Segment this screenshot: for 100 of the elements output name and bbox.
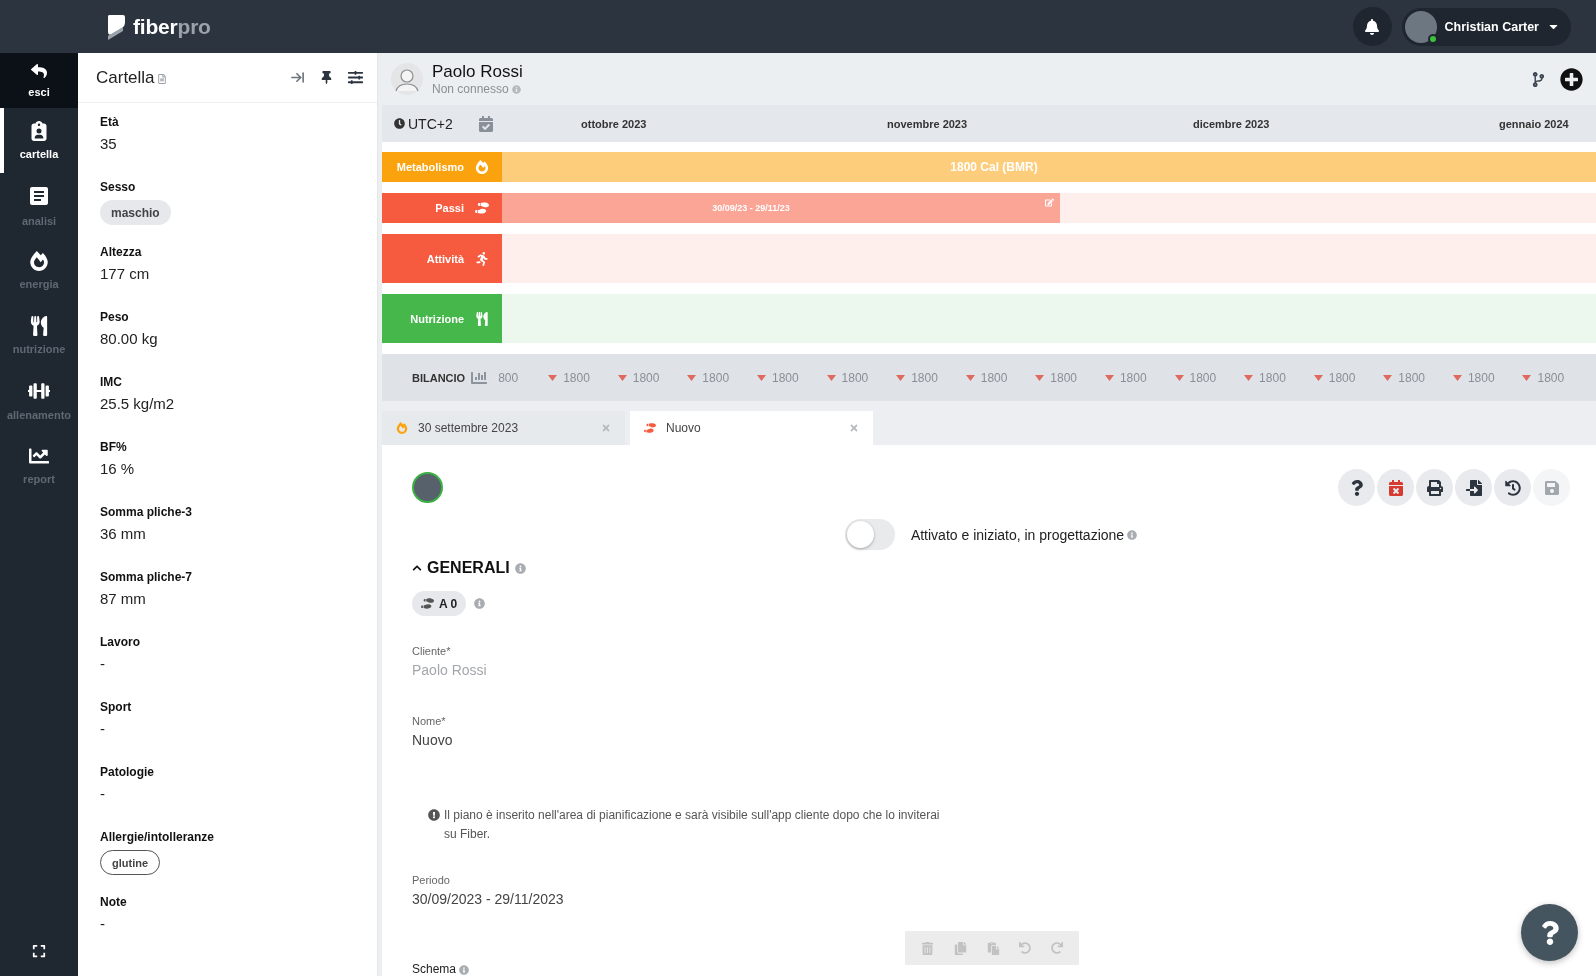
avatar-silhouette [391,63,423,95]
plus-icon[interactable] [1560,67,1583,91]
logo-wordmark: fiberpro [133,14,211,39]
info-icon[interactable] [459,964,470,975]
bar-chart-icon[interactable] [471,369,488,386]
field-label: Peso [100,310,130,325]
month-label: dicembre 2023 [1193,117,1271,130]
down-triangle-icon [1313,374,1323,381]
nav-item[interactable]: nutrizione [0,303,78,368]
field-label: Somma pliche-3 [100,505,194,520]
plan-bar[interactable]: 1800 Cal (BMR) [502,152,1596,182]
info-icon[interactable] [514,562,526,574]
category-name: Metabolismo [396,161,464,173]
toggle-label: Attivato e iniziato, in progettazione [910,526,1125,543]
line-chart-icon [29,446,49,466]
category-cell[interactable]: Nutrizione [382,294,502,343]
info-icon[interactable] [511,84,521,94]
field-label: BF% [100,440,128,455]
document-icon [156,74,167,84]
bar-label: 30/09/23 - 29/11/23 [712,203,790,213]
field-value: 35 [100,134,118,154]
field-value: 25.5 kg/m2 [100,394,176,414]
field-value: - [100,784,106,804]
nav-item[interactable]: allenamento [0,368,78,433]
pin-icon[interactable] [320,71,333,84]
down-triangle-icon [826,374,836,381]
down-triangle-icon [896,374,906,381]
print-button[interactable] [1416,469,1453,506]
panel-title: Cartella [96,67,155,88]
close-icon[interactable] [849,423,859,433]
edit-icon[interactable] [1044,198,1054,207]
flame-icon [475,160,489,174]
utensils-icon [475,311,489,326]
field-value: 87 mm [100,589,147,609]
logo-icon [106,13,126,40]
input-field[interactable]: 30/09/2023 - 29/11/2023 [412,890,564,908]
balance-value: 1800 [841,370,869,385]
month-label: ottobre 2023 [581,117,648,130]
avatar-placeholder [1404,10,1437,43]
balance-value: 1800 [563,370,590,385]
arrow-to-line-icon[interactable] [290,70,305,85]
notice-text: Il piano è inserito nell'area di pianificazione e sarà visibile sull'app cliente dopo che lo inviterai su Fiber. [444,807,941,843]
info-icon[interactable] [474,598,486,609]
section-title: GENERALI [427,559,510,577]
badge-text: A 0 [439,596,458,611]
close-icon[interactable] [601,423,611,433]
printer-icon [1426,479,1443,496]
nav-item[interactable]: analisi [0,173,78,238]
import-button[interactable] [1455,469,1492,506]
help-button[interactable] [1338,469,1375,506]
exclamation-icon [428,809,440,821]
value-tag: glutine [100,850,161,875]
field-label: Somma pliche-7 [100,570,194,585]
category-name: Nutrizione [410,312,464,325]
balance-value: 1800 [1259,370,1286,385]
toggle-switch[interactable] [844,519,895,550]
footprints-icon [421,597,434,610]
nav-item[interactable]: esci [0,53,78,108]
field-value: 177 cm [100,264,151,284]
notifications-button[interactable] [1352,7,1392,46]
category-cell[interactable]: Metabolismo [382,152,502,182]
chevron-up-icon[interactable] [412,563,422,573]
balance-value: 1800 [632,370,660,385]
footprints-icon [475,201,489,215]
balance-value: 1800 [1189,370,1217,385]
nav-item[interactable]: report [0,433,78,498]
running-person-icon [475,251,489,266]
reply-arrow-icon [31,63,47,79]
tab[interactable]: Nuovo [630,411,873,445]
month-label: novembre 2023 [887,117,969,130]
down-triangle-icon [1522,374,1532,381]
field-label: Nome* [412,714,447,728]
plan-bar[interactable]: 30/09/23 - 29/11/23 [502,193,1060,223]
branch-icon[interactable] [1531,71,1546,87]
category-cell[interactable]: Passi [382,193,502,223]
down-triangle-icon [1383,374,1393,381]
month-label: gennaio 2024 [1499,117,1570,130]
balance-value: 1800 [1119,370,1147,385]
sliders-icon[interactable] [348,70,363,85]
utensils-icon [29,316,49,336]
balance-value: 1800 [911,370,938,385]
calendar-check-icon[interactable] [478,115,494,132]
input-field[interactable]: Nuovo [412,731,453,749]
category-cell[interactable]: Attività [382,234,502,283]
client-name: Paolo Rossi [432,61,523,82]
fullscreen-icon[interactable] [32,944,46,958]
file-import-icon [1465,479,1482,496]
balance-value: 1800 [1537,370,1565,385]
info-icon[interactable] [1127,529,1138,540]
field-label: Patologie [100,765,155,780]
balance-value: 1800 [1398,370,1425,385]
down-triangle-icon [1104,374,1114,381]
history-button[interactable] [1494,469,1531,506]
calendar-remove-button[interactable] [1377,469,1414,506]
down-triangle-icon [1174,374,1184,381]
field-label: Schema [412,963,457,976]
field-label: Allergie/intolleranze [100,830,216,845]
user-menu[interactable]: Christian Carter [1401,7,1571,46]
nav-item[interactable]: energia [0,238,78,303]
tab[interactable]: 30 settembre 2023 [382,411,625,445]
